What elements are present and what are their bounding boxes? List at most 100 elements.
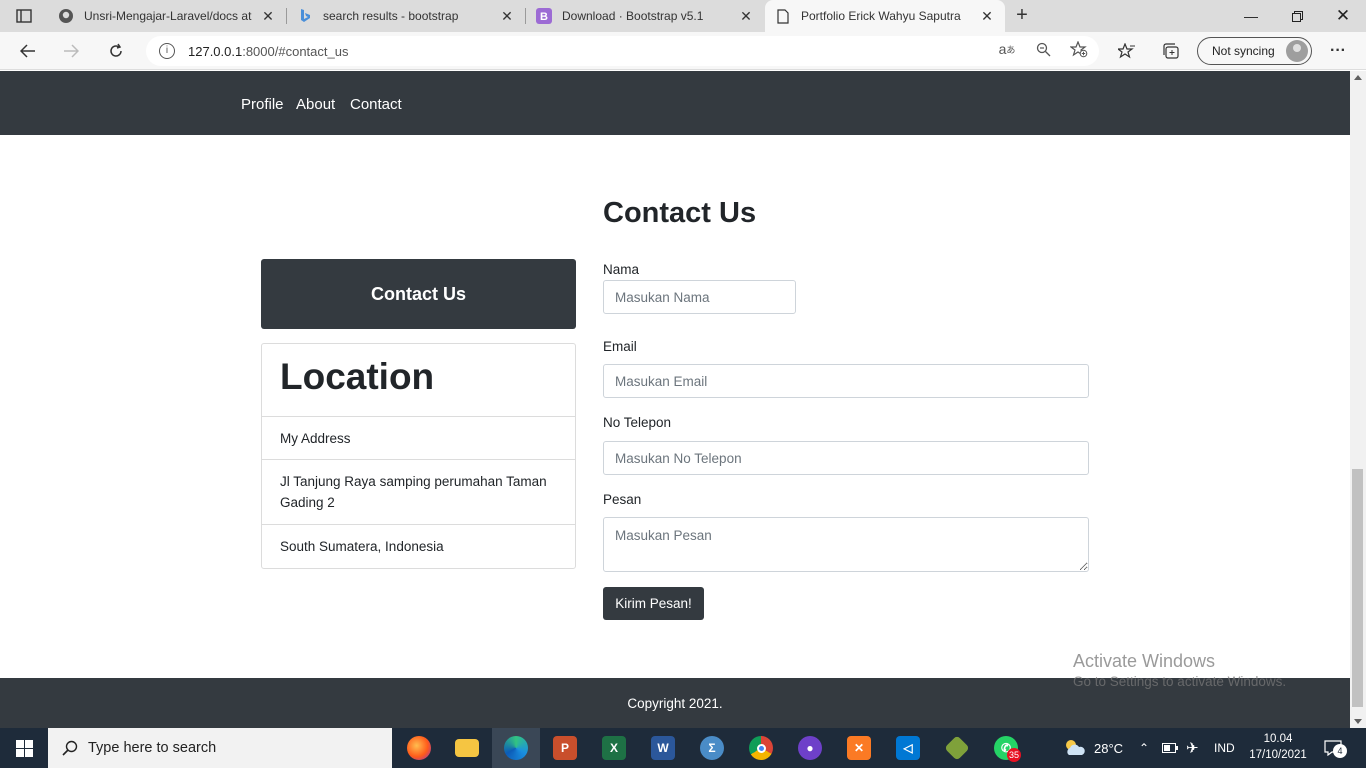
powerpoint-icon: P	[553, 736, 577, 760]
notification-count: 4	[1333, 744, 1347, 758]
nav-link-about[interactable]: About	[296, 96, 335, 113]
vscode-app[interactable]: ◁	[884, 728, 932, 768]
close-window-button[interactable]: ✕	[1320, 0, 1366, 32]
tab-bing[interactable]: search results - bootstrap ✕	[287, 0, 525, 32]
list-item: South Sumatera, Indonesia	[280, 539, 444, 554]
url-path: :8000/#contact_us	[242, 43, 349, 59]
battery-icon[interactable]	[1162, 728, 1178, 768]
nav-link-profile[interactable]: Profile	[241, 96, 284, 113]
calculator-app[interactable]: Σ	[688, 728, 736, 768]
excel-icon: X	[602, 736, 626, 760]
github-desktop-icon: ●	[798, 736, 822, 760]
email-label: Email	[603, 339, 637, 354]
tab-portfolio[interactable]: Portfolio Erick Wahyu Saputra ✕	[765, 0, 1005, 32]
close-tab-icon[interactable]: ✕	[499, 8, 515, 25]
pesan-textarea[interactable]	[603, 517, 1089, 572]
tab-bootstrap[interactable]: B Download · Bootstrap v5.1 ✕	[526, 0, 764, 32]
chevron-up-icon[interactable]: ⌃	[1139, 728, 1149, 768]
watermark-title: Activate Windows	[1073, 651, 1216, 671]
search-placeholder: Type here to search	[88, 740, 217, 756]
close-tab-icon[interactable]: ✕	[738, 8, 754, 25]
telepon-input[interactable]	[603, 441, 1089, 475]
github-desktop-app[interactable]: ●	[786, 728, 834, 768]
excel-app[interactable]: X	[590, 728, 638, 768]
page-scrollbar[interactable]	[1350, 71, 1366, 728]
refresh-button[interactable]	[102, 38, 130, 64]
powerpoint-app[interactable]: P	[541, 728, 589, 768]
tab-actions-icon[interactable]	[8, 6, 40, 26]
copyright-text: Copyright 2021.	[627, 695, 723, 711]
minimize-button[interactable]: —	[1228, 0, 1274, 32]
zoom-icon[interactable]	[1033, 39, 1053, 59]
restore-button[interactable]	[1274, 0, 1320, 32]
pesan-label: Pesan	[603, 492, 642, 507]
language-indicator[interactable]: IND	[1214, 728, 1235, 768]
svg-text:B: B	[540, 11, 548, 23]
git-app[interactable]	[933, 728, 981, 768]
scroll-up-icon[interactable]	[1354, 75, 1362, 80]
more-menu-icon[interactable]: ···	[1328, 41, 1348, 61]
scrollbar-thumb[interactable]	[1352, 469, 1363, 707]
section-title: Contact Us	[603, 197, 757, 229]
back-button[interactable]	[14, 38, 42, 64]
windows-taskbar: Type here to search P X W Σ ● ✕ ◁ ✆ 35 2…	[0, 728, 1366, 768]
new-tab-button[interactable]: +	[1010, 4, 1034, 28]
tab-title: search results - bootstrap	[323, 9, 459, 23]
site-navbar: Profile About Contact	[0, 71, 1350, 135]
whatsapp-app[interactable]: ✆ 35	[982, 728, 1030, 768]
tab-title: Download · Bootstrap v5.1	[562, 9, 704, 23]
notification-badge: 35	[1007, 748, 1021, 762]
url-field[interactable]: i 127.0.0.1:8000/#contact_us	[146, 36, 1099, 66]
forward-button[interactable]	[57, 38, 85, 64]
windows-icon	[15, 739, 33, 757]
add-favorite-icon[interactable]	[1069, 39, 1089, 59]
chrome-icon	[749, 736, 773, 760]
tab-title: Unsri-Mengajar-Laravel/docs at	[84, 9, 252, 23]
tab-github[interactable]: Unsri-Mengajar-Laravel/docs at ✕	[48, 0, 286, 32]
weather-temp: 28°C	[1094, 740, 1124, 756]
taskbar-search[interactable]: Type here to search	[48, 728, 392, 768]
close-tab-icon[interactable]: ✕	[979, 8, 995, 25]
clock[interactable]: 10.04 17/10/2021	[1243, 731, 1313, 763]
sync-label: Not syncing	[1212, 44, 1275, 58]
notifications-icon[interactable]: 4	[1324, 728, 1347, 768]
file-explorer-app[interactable]	[443, 728, 491, 768]
email-input[interactable]	[603, 364, 1089, 398]
page-icon	[775, 8, 791, 24]
page-viewport: Profile About Contact Contact Us Contact…	[0, 71, 1350, 728]
search-icon	[62, 740, 78, 756]
folder-icon	[455, 739, 479, 757]
edge-icon	[504, 736, 528, 760]
profile-sync-button[interactable]: Not syncing	[1197, 37, 1312, 65]
clock-time: 10.04	[1263, 733, 1293, 745]
firefox-app[interactable]	[395, 728, 443, 768]
nama-label: Nama	[603, 262, 640, 277]
watermark-subtitle: Go to Settings to activate Windows.	[1073, 674, 1287, 689]
weather-icon	[1066, 740, 1085, 755]
git-icon	[944, 735, 970, 761]
url-host: 127.0.0.1	[188, 43, 243, 59]
submit-button[interactable]: Kirim Pesan!	[603, 587, 704, 620]
url-text: 127.0.0.1:8000/#contact_us	[188, 44, 348, 59]
favorites-icon[interactable]	[1117, 41, 1137, 61]
tab-title: Portfolio Erick Wahyu Saputra	[801, 9, 961, 23]
xampp-app[interactable]: ✕	[835, 728, 883, 768]
avatar	[1286, 40, 1308, 62]
chrome-app[interactable]	[737, 728, 785, 768]
location-card: Location My Address Jl Tanjung Raya samp…	[261, 343, 576, 569]
word-app[interactable]: W	[639, 728, 687, 768]
weather-widget[interactable]: 28°C	[1062, 728, 1123, 768]
nav-link-contact[interactable]: Contact	[350, 96, 402, 113]
scroll-down-icon[interactable]	[1354, 719, 1362, 724]
nama-input[interactable]	[603, 280, 796, 314]
bing-icon	[297, 8, 313, 24]
airplane-mode-icon[interactable]: ✈	[1186, 728, 1199, 768]
xampp-icon: ✕	[847, 736, 871, 760]
start-button[interactable]	[0, 728, 48, 768]
site-info-icon[interactable]: i	[159, 43, 175, 59]
close-tab-icon[interactable]: ✕	[260, 8, 276, 25]
activate-windows-watermark: Activate Windows Go to Settings to activ…	[1073, 651, 1286, 689]
read-aloud-icon[interactable]: aあ	[997, 39, 1017, 59]
edge-app[interactable]	[492, 728, 540, 768]
collections-icon[interactable]	[1161, 41, 1181, 61]
